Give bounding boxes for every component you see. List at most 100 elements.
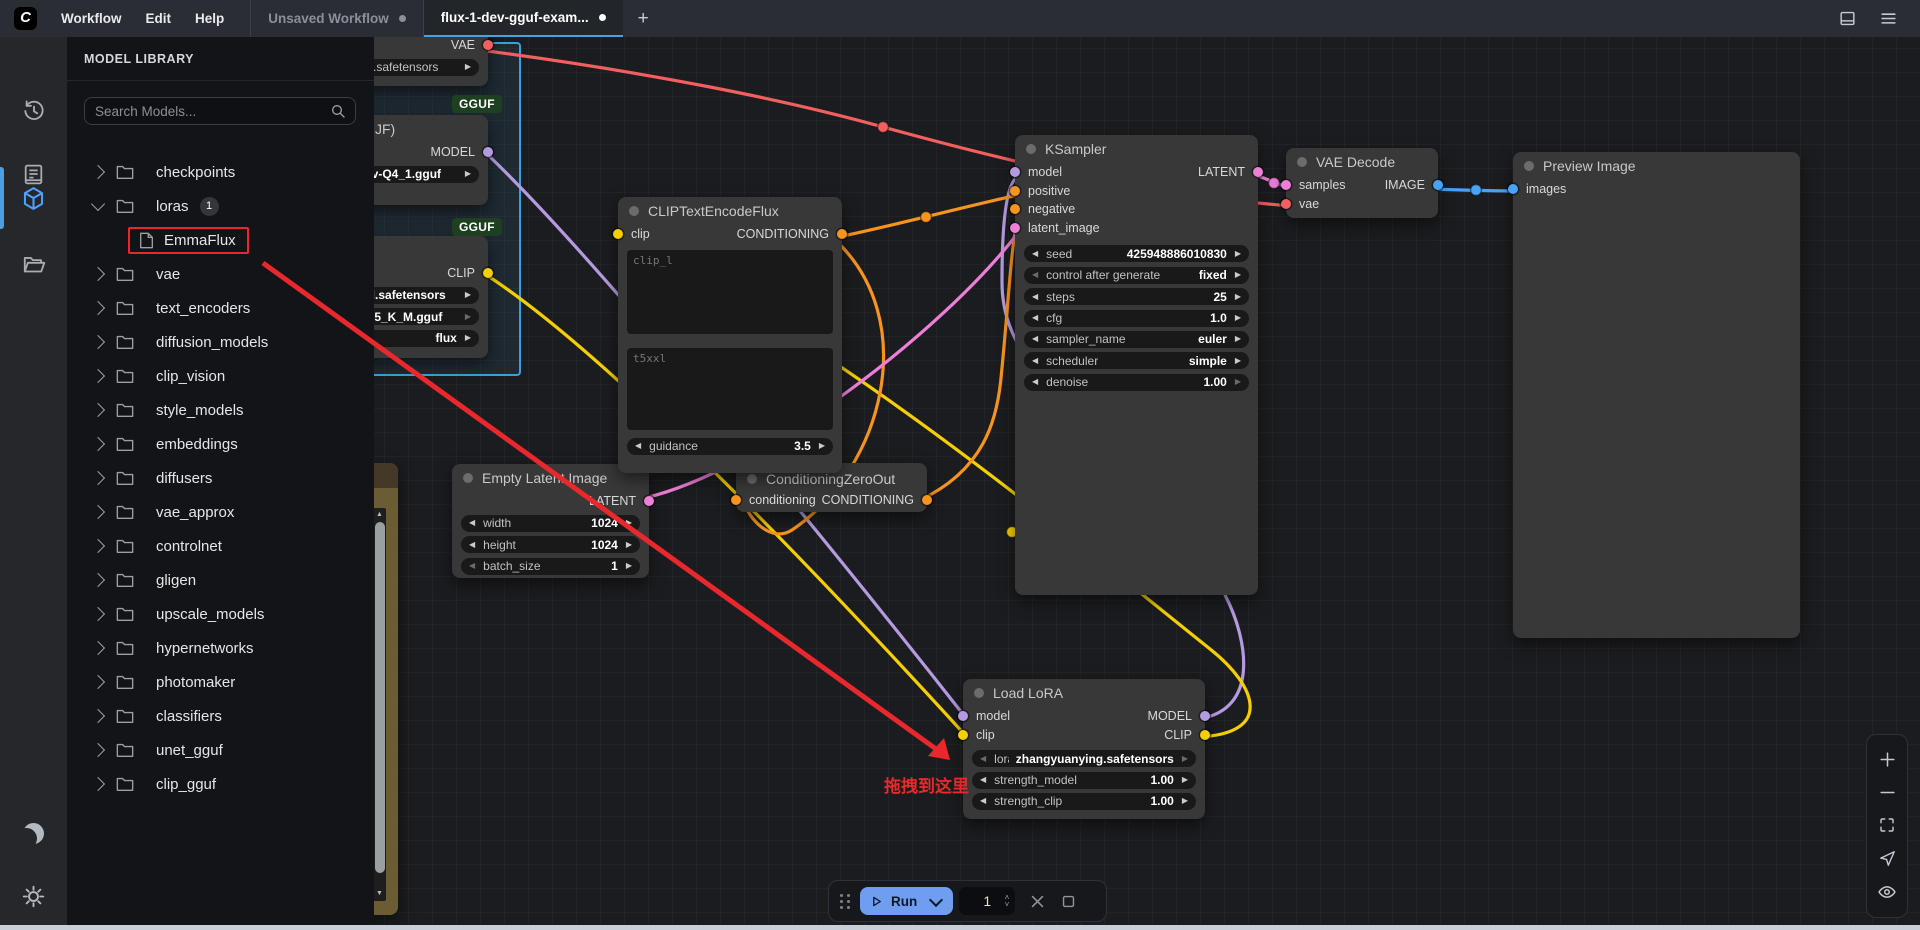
tree-item-loras[interactable]: loras1	[67, 189, 374, 223]
tree-item-vae_approx[interactable]: vae_approx	[67, 495, 374, 529]
tab-flux-workflow[interactable]: flux-1-dev-gguf-exam...	[424, 0, 623, 37]
widget-batch-size[interactable]: ◀batch_size1▶	[461, 558, 640, 575]
tree-item-hypernetworks[interactable]: hypernetworks	[67, 631, 374, 665]
cancel-run-icon[interactable]	[1029, 893, 1046, 910]
hamburger-menu-icon[interactable]	[1879, 9, 1898, 28]
new-workflow-button[interactable]: +	[623, 0, 664, 37]
input-pin-conditioning[interactable]	[731, 495, 741, 505]
settings-gear-icon[interactable]	[0, 874, 67, 918]
node-ksampler[interactable]: KSampler modelLATENT positive negative l…	[1015, 135, 1258, 595]
input-pin-images[interactable]	[1508, 184, 1518, 194]
widget-guidance[interactable]: ◀guidance3.5▶	[627, 438, 833, 455]
scrollbar-thumb[interactable]	[375, 522, 385, 873]
wire-dot[interactable]	[1269, 178, 1280, 189]
menu-edit[interactable]: Edit	[134, 0, 184, 37]
tree-item-style_models[interactable]: style_models	[67, 393, 374, 427]
comfyui-logo-icon[interactable]: C	[14, 7, 37, 30]
tree-item-controlnet[interactable]: controlnet	[67, 529, 374, 563]
search-input[interactable]	[85, 104, 330, 119]
tree-item-photomaker[interactable]: photomaker	[67, 665, 374, 699]
chevron-right-icon[interactable]	[91, 369, 105, 383]
stepper-right-icon[interactable]: ▶	[465, 334, 471, 342]
node-collapse-dot[interactable]	[747, 474, 757, 484]
tree-item-classifiers[interactable]: classifiers	[67, 699, 374, 733]
tree-item-clip_gguf[interactable]: clip_gguf	[67, 767, 374, 801]
menu-workflow[interactable]: Workflow	[49, 0, 134, 37]
input-pin-positive[interactable]	[1010, 186, 1020, 196]
node-collapse-dot[interactable]	[463, 473, 473, 483]
model-search-box[interactable]	[84, 97, 356, 125]
chevron-right-icon[interactable]	[91, 437, 105, 451]
tree-item-clip_vision[interactable]: clip_vision	[67, 359, 374, 393]
widget-lora-name[interactable]: ◀lora ...zhangyuanying.safetensors▶	[972, 750, 1196, 767]
output-pin-latent[interactable]	[1253, 167, 1263, 177]
input-pin-latent-image[interactable]	[1010, 223, 1020, 233]
chevron-right-icon[interactable]	[91, 743, 105, 757]
prompt-textarea-t5xxl[interactable]: t5xxl	[627, 348, 833, 430]
node-load-lora[interactable]: Load LoRA modelMODEL clipCLIP ◀lora ...z…	[963, 679, 1205, 819]
widget-sampler-name[interactable]: ◀sampler_nameeuler▶	[1024, 331, 1249, 348]
chevron-right-icon[interactable]	[91, 607, 105, 621]
tree-item-diffusion_models[interactable]: diffusion_models	[67, 325, 374, 359]
chevron-right-icon[interactable]	[91, 165, 105, 179]
node-empty-latent-image[interactable]: Empty Latent Image LATENT ◀width1024▶ ◀h…	[452, 464, 649, 578]
node-collapse-dot[interactable]	[974, 688, 984, 698]
zoom-in-icon[interactable]	[1878, 750, 1897, 769]
widget-steps[interactable]: ◀steps25▶	[1024, 288, 1249, 305]
queue-count-input[interactable]: 1 ˄˅	[959, 887, 1015, 915]
tree-item-EmmaFlux[interactable]: EmmaFlux	[67, 223, 374, 257]
output-pin-conditioning[interactable]	[837, 229, 847, 239]
output-pin-model[interactable]	[1200, 711, 1210, 721]
output-pin-clip[interactable]	[1200, 730, 1210, 740]
widget-strength-clip[interactable]: ◀strength_clip1.00▶	[972, 793, 1196, 810]
widget-cfg[interactable]: ◀cfg1.0▶	[1024, 310, 1249, 327]
node-preview-image[interactable]: Preview Image images	[1513, 152, 1800, 638]
widget-width[interactable]: ◀width1024▶	[461, 515, 640, 532]
chevron-right-icon[interactable]	[91, 267, 105, 281]
tree-item-vae[interactable]: vae	[67, 257, 374, 291]
tree-item-embeddings[interactable]: embeddings	[67, 427, 374, 461]
scroll-down-icon[interactable]: ▼	[373, 888, 386, 900]
history-icon[interactable]	[0, 89, 67, 133]
widget-strength-model[interactable]: ◀strength_model1.00▶	[972, 772, 1196, 789]
widget-denoise[interactable]: ◀denoise1.00▶	[1024, 374, 1249, 391]
tree-item-unet_gguf[interactable]: unet_gguf	[67, 733, 374, 767]
chevron-right-icon[interactable]	[91, 335, 105, 349]
tree-item-text_encoders[interactable]: text_encoders	[67, 291, 374, 325]
prompt-textarea-clip-l[interactable]: clip_l	[627, 250, 833, 334]
stepper-right-icon[interactable]: ▶	[465, 313, 471, 321]
stepper-right-icon[interactable]: ▶	[465, 63, 471, 71]
input-pin-samples[interactable]	[1281, 180, 1291, 190]
chevron-right-icon[interactable]	[91, 505, 105, 519]
input-pin-model[interactable]	[1010, 167, 1020, 177]
input-pin-negative[interactable]	[1010, 204, 1020, 214]
chevron-down-icon[interactable]	[91, 197, 105, 211]
stepper-right-icon[interactable]: ▶	[465, 170, 471, 178]
chevron-right-icon[interactable]	[91, 777, 105, 791]
node-vae-decode[interactable]: VAE Decode samplesIMAGE vae	[1286, 148, 1438, 218]
menu-help[interactable]: Help	[183, 0, 236, 37]
chevron-right-icon[interactable]	[91, 471, 105, 485]
tree-item-upscale_models[interactable]: upscale_models	[67, 597, 374, 631]
toggle-bottom-panel-icon[interactable]	[1838, 9, 1857, 28]
node-collapse-dot[interactable]	[1297, 157, 1307, 167]
node-collapse-dot[interactable]	[629, 206, 639, 216]
output-pin-image[interactable]	[1433, 180, 1443, 190]
input-pin-model[interactable]	[958, 711, 968, 721]
widget-clip-name1[interactable]: _l.safetensors▶	[357, 287, 479, 304]
tree-item-gligen[interactable]: gligen	[67, 563, 374, 597]
output-pin-latent[interactable]	[644, 496, 654, 506]
tab-unsaved-workflow[interactable]: Unsaved Workflow	[251, 0, 423, 37]
model-library-icon[interactable]	[0, 176, 67, 220]
workflows-icon[interactable]	[0, 243, 67, 287]
widget-vae-name[interactable]: .safetensors▶	[357, 59, 479, 76]
tree-item-diffusers[interactable]: diffusers	[67, 461, 374, 495]
chevron-right-icon[interactable]	[91, 301, 105, 315]
widget-unet-name[interactable]: ev-Q4_1.gguf▶	[357, 166, 479, 183]
chevron-right-icon[interactable]	[91, 675, 105, 689]
toggle-link-visibility-icon[interactable]	[1877, 882, 1897, 902]
stepper-icons[interactable]: ˄˅	[1005, 894, 1010, 908]
drag-handle[interactable]	[840, 894, 854, 909]
widget-height[interactable]: ◀height1024▶	[461, 536, 640, 553]
scroll-up-icon[interactable]: ▲	[373, 509, 386, 521]
